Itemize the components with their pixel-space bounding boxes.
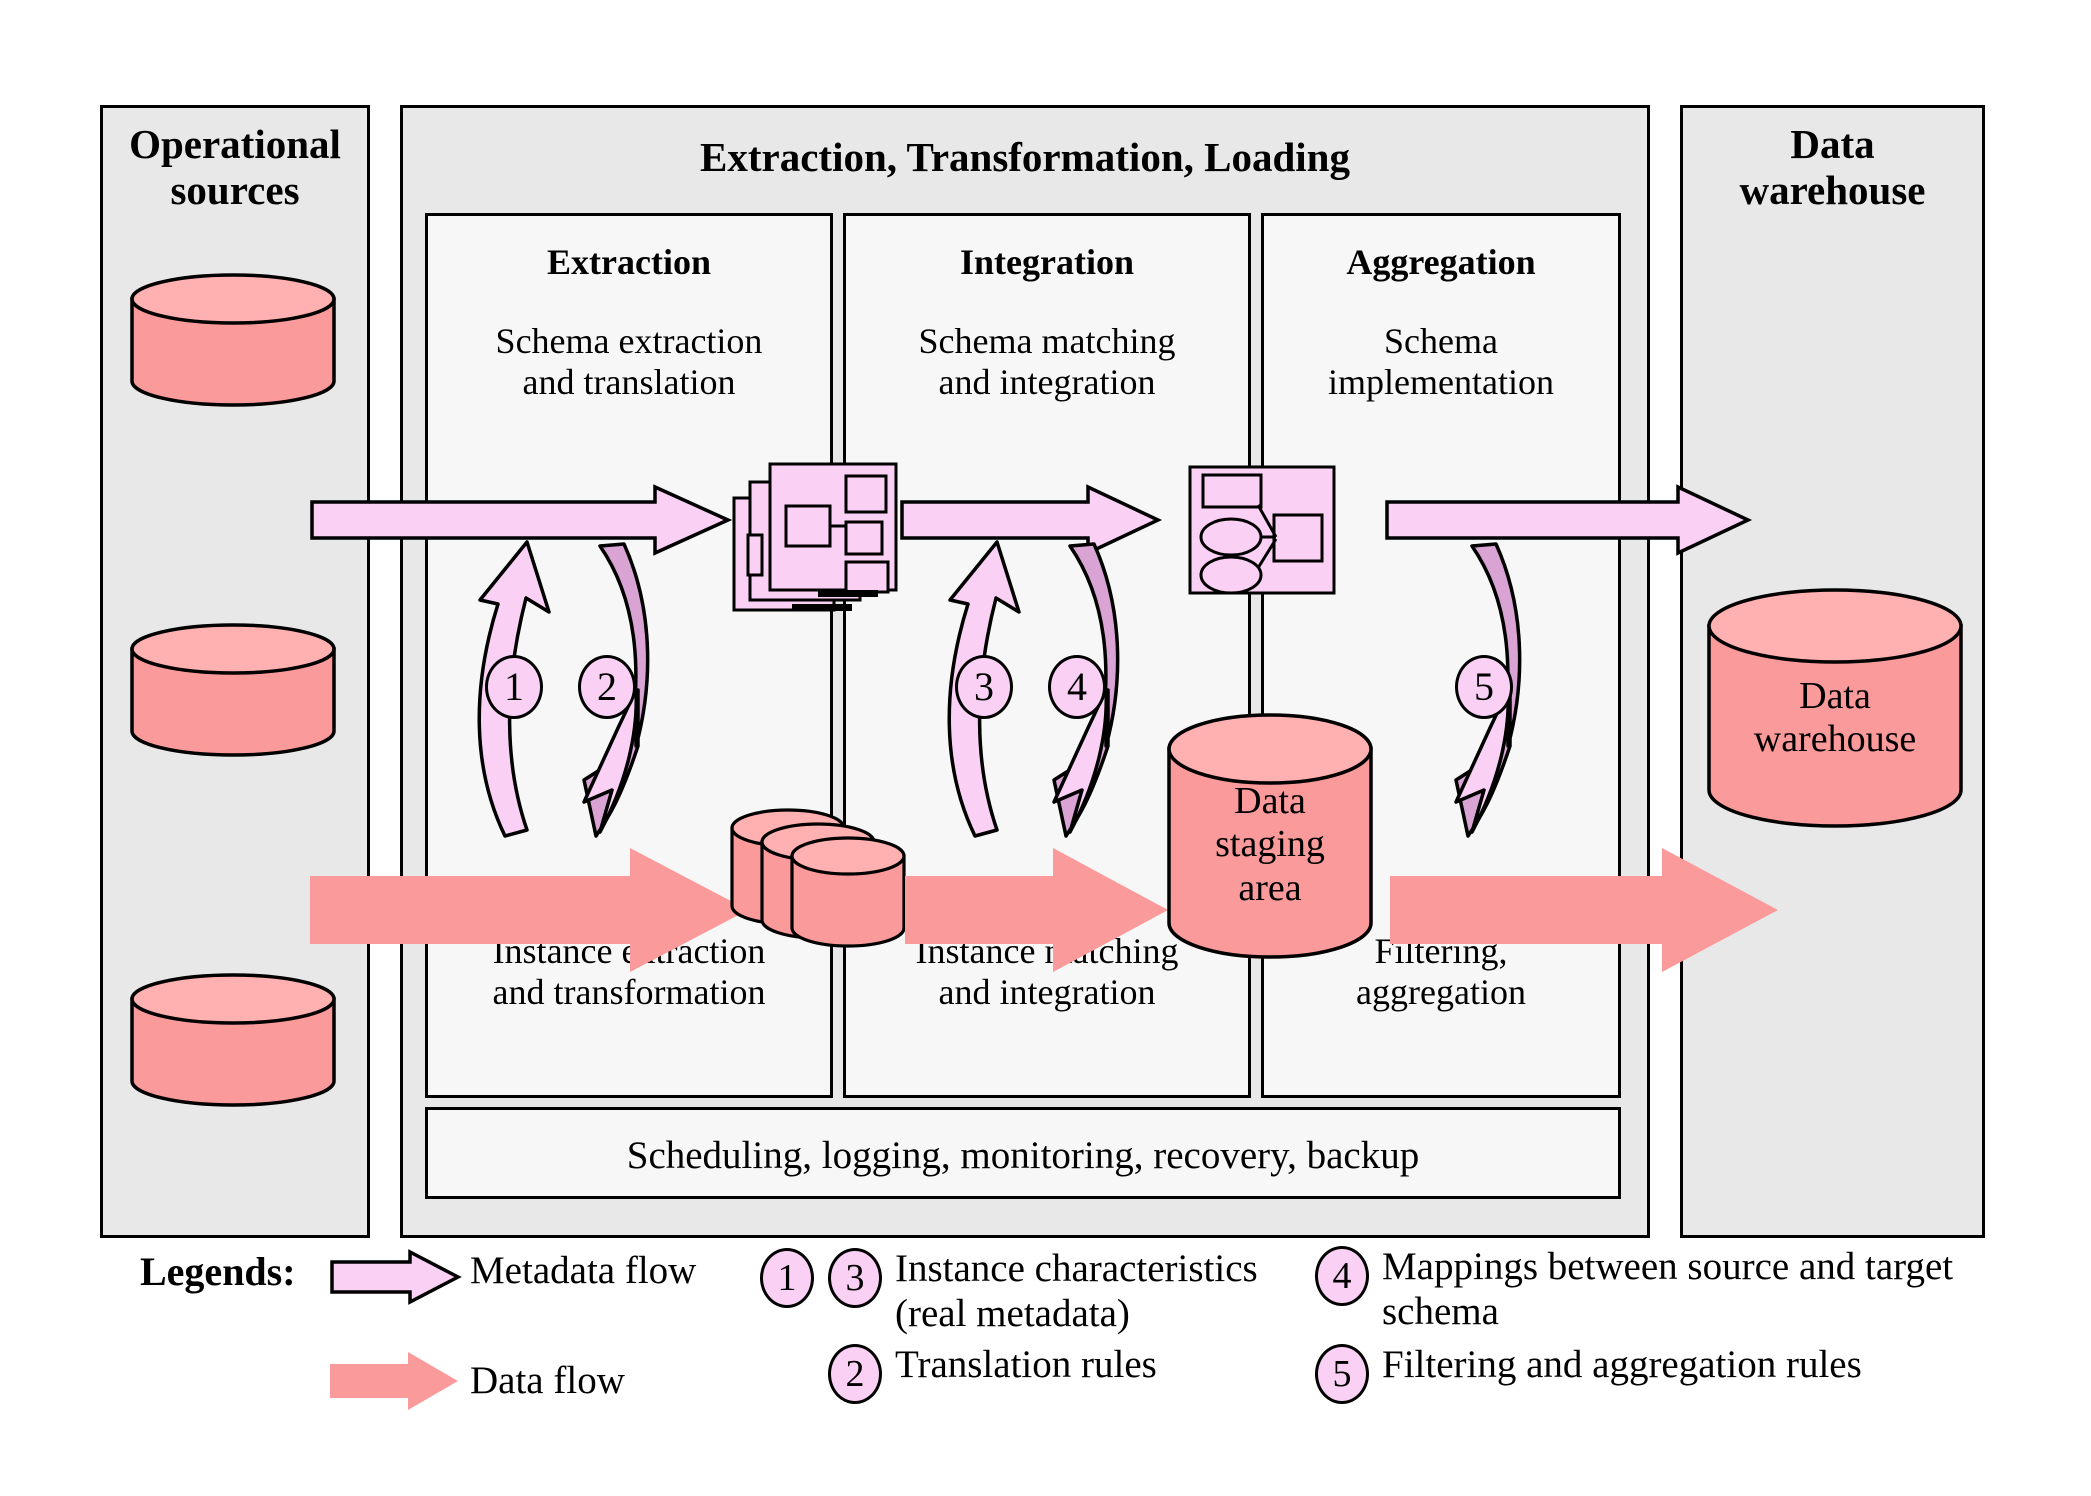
- stacked-databases-icon: [730, 808, 906, 948]
- etl-bottom-bar-text: Scheduling, logging, monitoring, recover…: [626, 1134, 1420, 1177]
- legend-instance-characteristics-label: Instance characteristics (real metadata): [895, 1247, 1258, 1336]
- data-flow-arrow-3: [1390, 848, 1778, 972]
- data-warehouse-title: Data warehouse: [1739, 121, 1926, 213]
- legend-mappings-label: Mappings between source and target schem…: [1382, 1245, 1954, 1334]
- legend-filtering-label: Filtering and aggregation rules: [1382, 1343, 1862, 1386]
- schema-documents-icon: [732, 462, 898, 612]
- etl-panel-title: Extraction, Transformation, Loading: [700, 134, 1350, 180]
- source-cylinder-2: [130, 623, 336, 757]
- badge-extraction-2: 2: [578, 655, 636, 719]
- staging-area-cylinder: [1167, 713, 1373, 959]
- column-integration-title: Integration: [960, 242, 1134, 282]
- column-extraction-top-text: Schema extraction and translation: [495, 321, 763, 403]
- column-aggregation-title: Aggregation: [1346, 242, 1536, 282]
- schema-er-icon: [1188, 465, 1336, 595]
- badge-integration-3: 3: [955, 655, 1013, 719]
- badge-integration-4: 4: [1048, 655, 1106, 719]
- data-flow-arrow-2: [905, 848, 1168, 972]
- source-cylinder-3: [130, 973, 336, 1107]
- badge-aggregation-5: 5: [1455, 655, 1513, 719]
- data-flow-arrow-1: [310, 848, 748, 972]
- legend-data-flow-icon: [330, 1352, 458, 1410]
- etl-bottom-bar: Scheduling, logging, monitoring, recover…: [425, 1107, 1621, 1199]
- legend-badge-3: 3: [828, 1248, 882, 1308]
- legend-badge-4: 4: [1315, 1246, 1369, 1306]
- source-cylinder-1: [130, 273, 336, 407]
- column-aggregation-top-text: Schema implementation: [1328, 321, 1554, 403]
- legend-translation-rules-label: Translation rules: [895, 1343, 1157, 1386]
- legend-badge-2: 2: [828, 1344, 882, 1404]
- column-extraction-title: Extraction: [547, 242, 711, 282]
- operational-sources-title: Operational sources: [129, 121, 341, 213]
- legend-badge-5: 5: [1315, 1344, 1369, 1404]
- metadata-flow-arrow-3: [1385, 484, 1753, 556]
- legends-title: Legends:: [140, 1249, 296, 1294]
- warehouse-cylinder: [1707, 588, 1963, 828]
- column-integration-top-text: Schema matching and integration: [918, 321, 1176, 403]
- legend-badge-1: 1: [760, 1248, 814, 1308]
- legend-metadata-flow-icon: [330, 1249, 462, 1305]
- etl-architecture-diagram: Operational sources Extraction, Transfor…: [0, 0, 2091, 1496]
- legend-metadata-flow-label: Metadata flow: [470, 1249, 697, 1292]
- legend-data-flow-label: Data flow: [470, 1359, 625, 1402]
- badge-extraction-1: 1: [485, 655, 543, 719]
